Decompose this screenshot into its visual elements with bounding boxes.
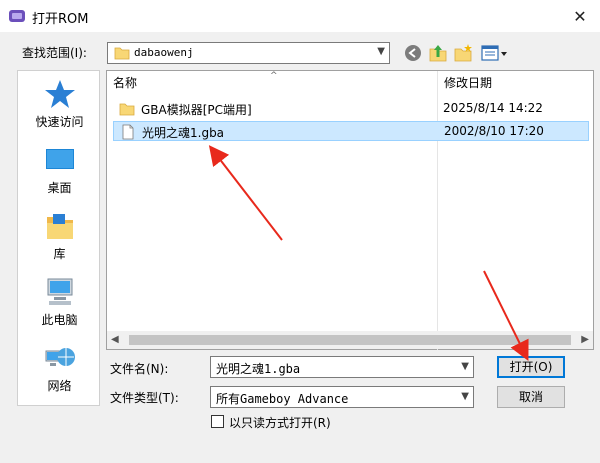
file-date: 2025/8/14 14:22	[443, 101, 543, 115]
desktop-icon	[45, 149, 74, 169]
file-date: 2002/8/10 17:20	[444, 124, 544, 138]
file-icon	[122, 124, 134, 140]
scroll-right-icon[interactable]: ▶	[581, 334, 589, 345]
readonly-label: 以只读方式打开(R)	[229, 416, 331, 430]
view-menu-button[interactable]	[480, 43, 510, 63]
lookin-value: dabaowenj	[134, 46, 194, 59]
view-menu-icon	[481, 45, 507, 61]
file-row-selected[interactable]: 光明之魂1.gba 2002/8/10 17:20	[113, 121, 589, 141]
app-icon	[9, 10, 25, 22]
file-name: GBA模拟器[PC端用]	[141, 103, 252, 117]
places-bar: 快速访问 桌面 库 此电脑 网络	[17, 70, 100, 406]
place-label-this-pc: 此电脑	[41, 313, 78, 327]
filetype-value: 所有Gameboy Advance	[216, 392, 349, 406]
place-desktop[interactable]: 桌面	[18, 145, 101, 196]
horizontal-scrollbar[interactable]: ◀ ▶	[107, 331, 593, 349]
chevron-down-icon: ▼	[461, 391, 469, 402]
window-title: 打开ROM	[32, 12, 89, 27]
file-row-folder[interactable]: GBA模拟器[PC端用] 2025/8/14 14:22	[113, 99, 589, 119]
place-label-library: 库	[53, 247, 66, 261]
filename-input[interactable]: 光明之魂1.gba ▼	[210, 356, 474, 378]
file-list[interactable]: 名称 ^ 修改日期 GBA模拟器[PC端用] 2025/8/14 14:22 光…	[106, 70, 594, 350]
place-label-quick-access: 快速访问	[35, 115, 84, 129]
new-folder-button[interactable]	[453, 43, 473, 63]
folder-icon	[119, 103, 135, 116]
place-label-network: 网络	[47, 379, 72, 393]
place-label-desktop: 桌面	[47, 181, 72, 195]
filetype-select[interactable]: 所有Gameboy Advance ▼	[210, 386, 474, 408]
up-folder-icon	[429, 45, 447, 62]
computer-icon	[47, 278, 72, 305]
place-network[interactable]: 网络	[18, 343, 101, 394]
new-folder-icon	[454, 44, 472, 62]
sort-ascending-icon: ^	[270, 71, 278, 81]
back-arrow-icon	[405, 45, 421, 61]
filename-value: 光明之魂1.gba	[216, 362, 301, 376]
back-button[interactable]	[403, 43, 423, 63]
readonly-checkbox[interactable]	[211, 415, 224, 428]
close-icon: ✕	[573, 6, 587, 26]
place-quick-access[interactable]: 快速访问	[18, 79, 101, 130]
folder-icon	[114, 47, 130, 60]
scroll-left-icon[interactable]: ◀	[111, 334, 119, 345]
chevron-down-icon[interactable]: ▼	[461, 361, 469, 372]
place-this-pc[interactable]: 此电脑	[18, 277, 101, 328]
file-name: 光明之魂1.gba	[142, 126, 225, 140]
library-icon	[46, 214, 73, 239]
close-button[interactable]: ✕	[564, 2, 596, 30]
scrollbar-thumb[interactable]	[129, 335, 571, 345]
cancel-button[interactable]: 取消	[497, 386, 565, 408]
title-bar: 打开ROM ✕	[0, 0, 600, 32]
filetype-label: 文件类型(T):	[110, 391, 179, 405]
column-header-name[interactable]: 名称	[107, 71, 137, 95]
lookin-combo[interactable]: dabaowenj ▼	[107, 42, 390, 64]
filename-label: 文件名(N):	[110, 362, 169, 376]
chevron-down-icon: ▼	[377, 46, 385, 57]
open-button[interactable]: 打开(O)	[497, 356, 565, 378]
place-library[interactable]: 库	[18, 211, 101, 262]
up-folder-button[interactable]	[428, 43, 448, 63]
column-header-date[interactable]: 修改日期	[438, 71, 492, 95]
lookin-label: 查找范围(I):	[22, 46, 87, 60]
network-icon	[45, 348, 75, 366]
star-icon	[44, 80, 75, 108]
